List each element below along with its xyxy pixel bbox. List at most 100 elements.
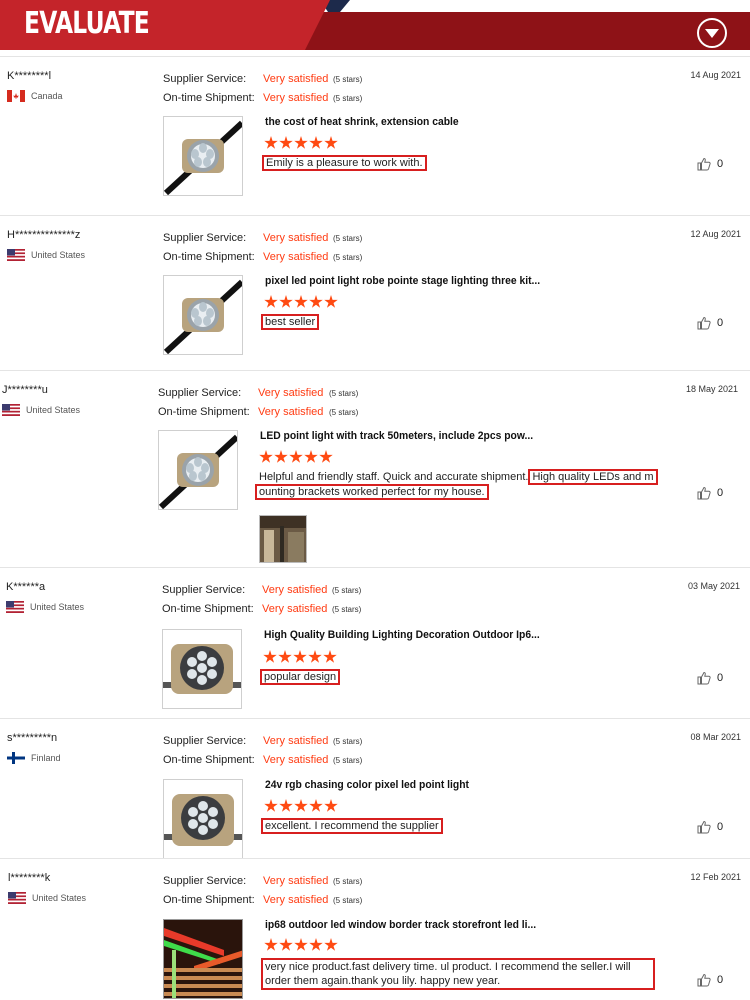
comment-highlight: popular design [260, 669, 341, 685]
product-image[interactable] [158, 430, 238, 510]
like-count: 0 [717, 487, 724, 499]
thumbs-up-icon [697, 157, 711, 171]
page-header: EVALUATE [0, 0, 750, 50]
star-icon [294, 295, 308, 308]
product-image[interactable] [163, 275, 243, 355]
supplier-service-value: Very satisfied [263, 735, 329, 747]
shipment-value: Very satisfied [263, 894, 329, 906]
country-name: United States [30, 602, 85, 612]
shipment-label: On-time Shipment: [163, 894, 255, 906]
star-icon [304, 450, 318, 463]
star-icon [324, 938, 338, 951]
star-icon [259, 450, 273, 463]
thumbs-up-icon [697, 486, 711, 500]
like-count: 0 [717, 974, 724, 986]
star-icon [264, 799, 278, 812]
rating-values: Very satisfied Very satisfied [258, 384, 323, 422]
like-count: 0 [717, 821, 724, 833]
rating-labels: Supplier Service: On-time Shipment: [163, 229, 255, 267]
shipment-star-count: (5 stars) [333, 253, 363, 262]
review-photo[interactable] [259, 515, 307, 563]
review-stars [259, 450, 333, 464]
review-stars [263, 650, 337, 664]
star-icon [274, 450, 288, 463]
shipment-star-count: (5 stars) [329, 408, 359, 417]
product-image[interactable] [163, 779, 243, 859]
review-date: 12 Aug 2021 [690, 229, 741, 239]
product-image[interactable] [163, 116, 243, 196]
divider [0, 215, 750, 216]
supplier-service-value: Very satisfied [263, 73, 329, 85]
shipment-star-count: (5 stars) [333, 896, 363, 905]
shipment-label: On-time Shipment: [162, 603, 254, 615]
review-date: 03 May 2021 [687, 581, 740, 591]
product-image[interactable] [163, 919, 243, 999]
star-icon [289, 450, 303, 463]
comment-highlight: excellent. I recommend the supplier [261, 818, 443, 834]
like-button[interactable]: 0 [697, 671, 723, 685]
usa-flag-icon [2, 404, 20, 416]
review-comment: Emily is a pleasure to work with. [262, 155, 427, 171]
reviewer-country: Canada [7, 90, 63, 102]
product-image[interactable] [162, 629, 242, 709]
review-date: 12 Feb 2021 [690, 872, 741, 882]
reviewer-country: United States [2, 404, 80, 416]
supplier-star-count: (5 stars) [332, 586, 362, 595]
star-icon [309, 295, 323, 308]
like-button[interactable]: 0 [697, 486, 723, 500]
product-title[interactable]: LED point light with track 50meters, inc… [260, 430, 533, 442]
like-button[interactable]: 0 [697, 820, 723, 834]
rating-star-counts: (5 stars) (5 stars) [333, 70, 362, 108]
reviewer-country: United States [7, 249, 85, 261]
shipment-label: On-time Shipment: [158, 406, 250, 418]
star-icon [324, 136, 338, 149]
product-title[interactable]: ip68 outdoor led window border track sto… [265, 919, 536, 931]
supplier-service-label: Supplier Service: [163, 875, 247, 887]
review-comment: popular design [260, 669, 341, 685]
shipment-label: On-time Shipment: [163, 92, 255, 104]
star-icon [279, 295, 293, 308]
product-title[interactable]: High Quality Building Lighting Decoratio… [264, 629, 540, 641]
star-icon [319, 450, 333, 463]
shipment-star-count: (5 stars) [333, 756, 363, 765]
review-stars [264, 295, 338, 309]
like-count: 0 [717, 317, 724, 329]
star-icon [309, 799, 323, 812]
comment-text: Helpful and friendly staff. Quick and ac… [259, 471, 529, 483]
review-stars [264, 136, 338, 150]
product-title[interactable]: 24v rgb chasing color pixel led point li… [265, 779, 469, 791]
star-icon [279, 136, 293, 149]
reviewer-country: United States [6, 601, 84, 613]
reviewer-name: K******a [6, 581, 46, 593]
reviewer-name: K********l [7, 70, 52, 82]
star-icon [293, 650, 307, 663]
star-icon [294, 938, 308, 951]
star-icon [278, 650, 292, 663]
rating-values: Very satisfied Very satisfied [262, 581, 327, 619]
usa-flag-icon [6, 601, 24, 613]
product-title[interactable]: the cost of heat shrink, extension cable [265, 116, 459, 128]
like-button[interactable]: 0 [697, 973, 723, 987]
review-date: 08 Mar 2021 [690, 732, 741, 742]
supplier-star-count: (5 stars) [333, 75, 363, 84]
rating-labels: Supplier Service: On-time Shipment: [158, 384, 250, 422]
star-icon [264, 295, 278, 308]
star-icon [308, 650, 322, 663]
product-title[interactable]: pixel led point light robe pointe stage … [265, 275, 540, 287]
collapse-toggle-icon[interactable] [697, 18, 727, 48]
rating-star-counts: (5 stars) (5 stars) [329, 384, 358, 422]
star-icon [279, 938, 293, 951]
star-icon [264, 938, 278, 951]
country-name: United States [26, 405, 81, 415]
rating-star-counts: (5 stars) (5 stars) [333, 229, 362, 267]
review-comment: best seller [261, 314, 320, 330]
thumbs-up-icon [697, 671, 711, 685]
rating-star-counts: (5 stars) (5 stars) [333, 872, 362, 910]
like-button[interactable]: 0 [697, 157, 723, 171]
comment-highlight: best seller [261, 314, 320, 330]
supplier-service-value: Very satisfied [262, 584, 328, 596]
rating-labels: Supplier Service: On-time Shipment: [163, 70, 255, 108]
like-button[interactable]: 0 [697, 316, 723, 330]
shipment-star-count: (5 stars) [333, 94, 363, 103]
country-name: United States [32, 893, 87, 903]
